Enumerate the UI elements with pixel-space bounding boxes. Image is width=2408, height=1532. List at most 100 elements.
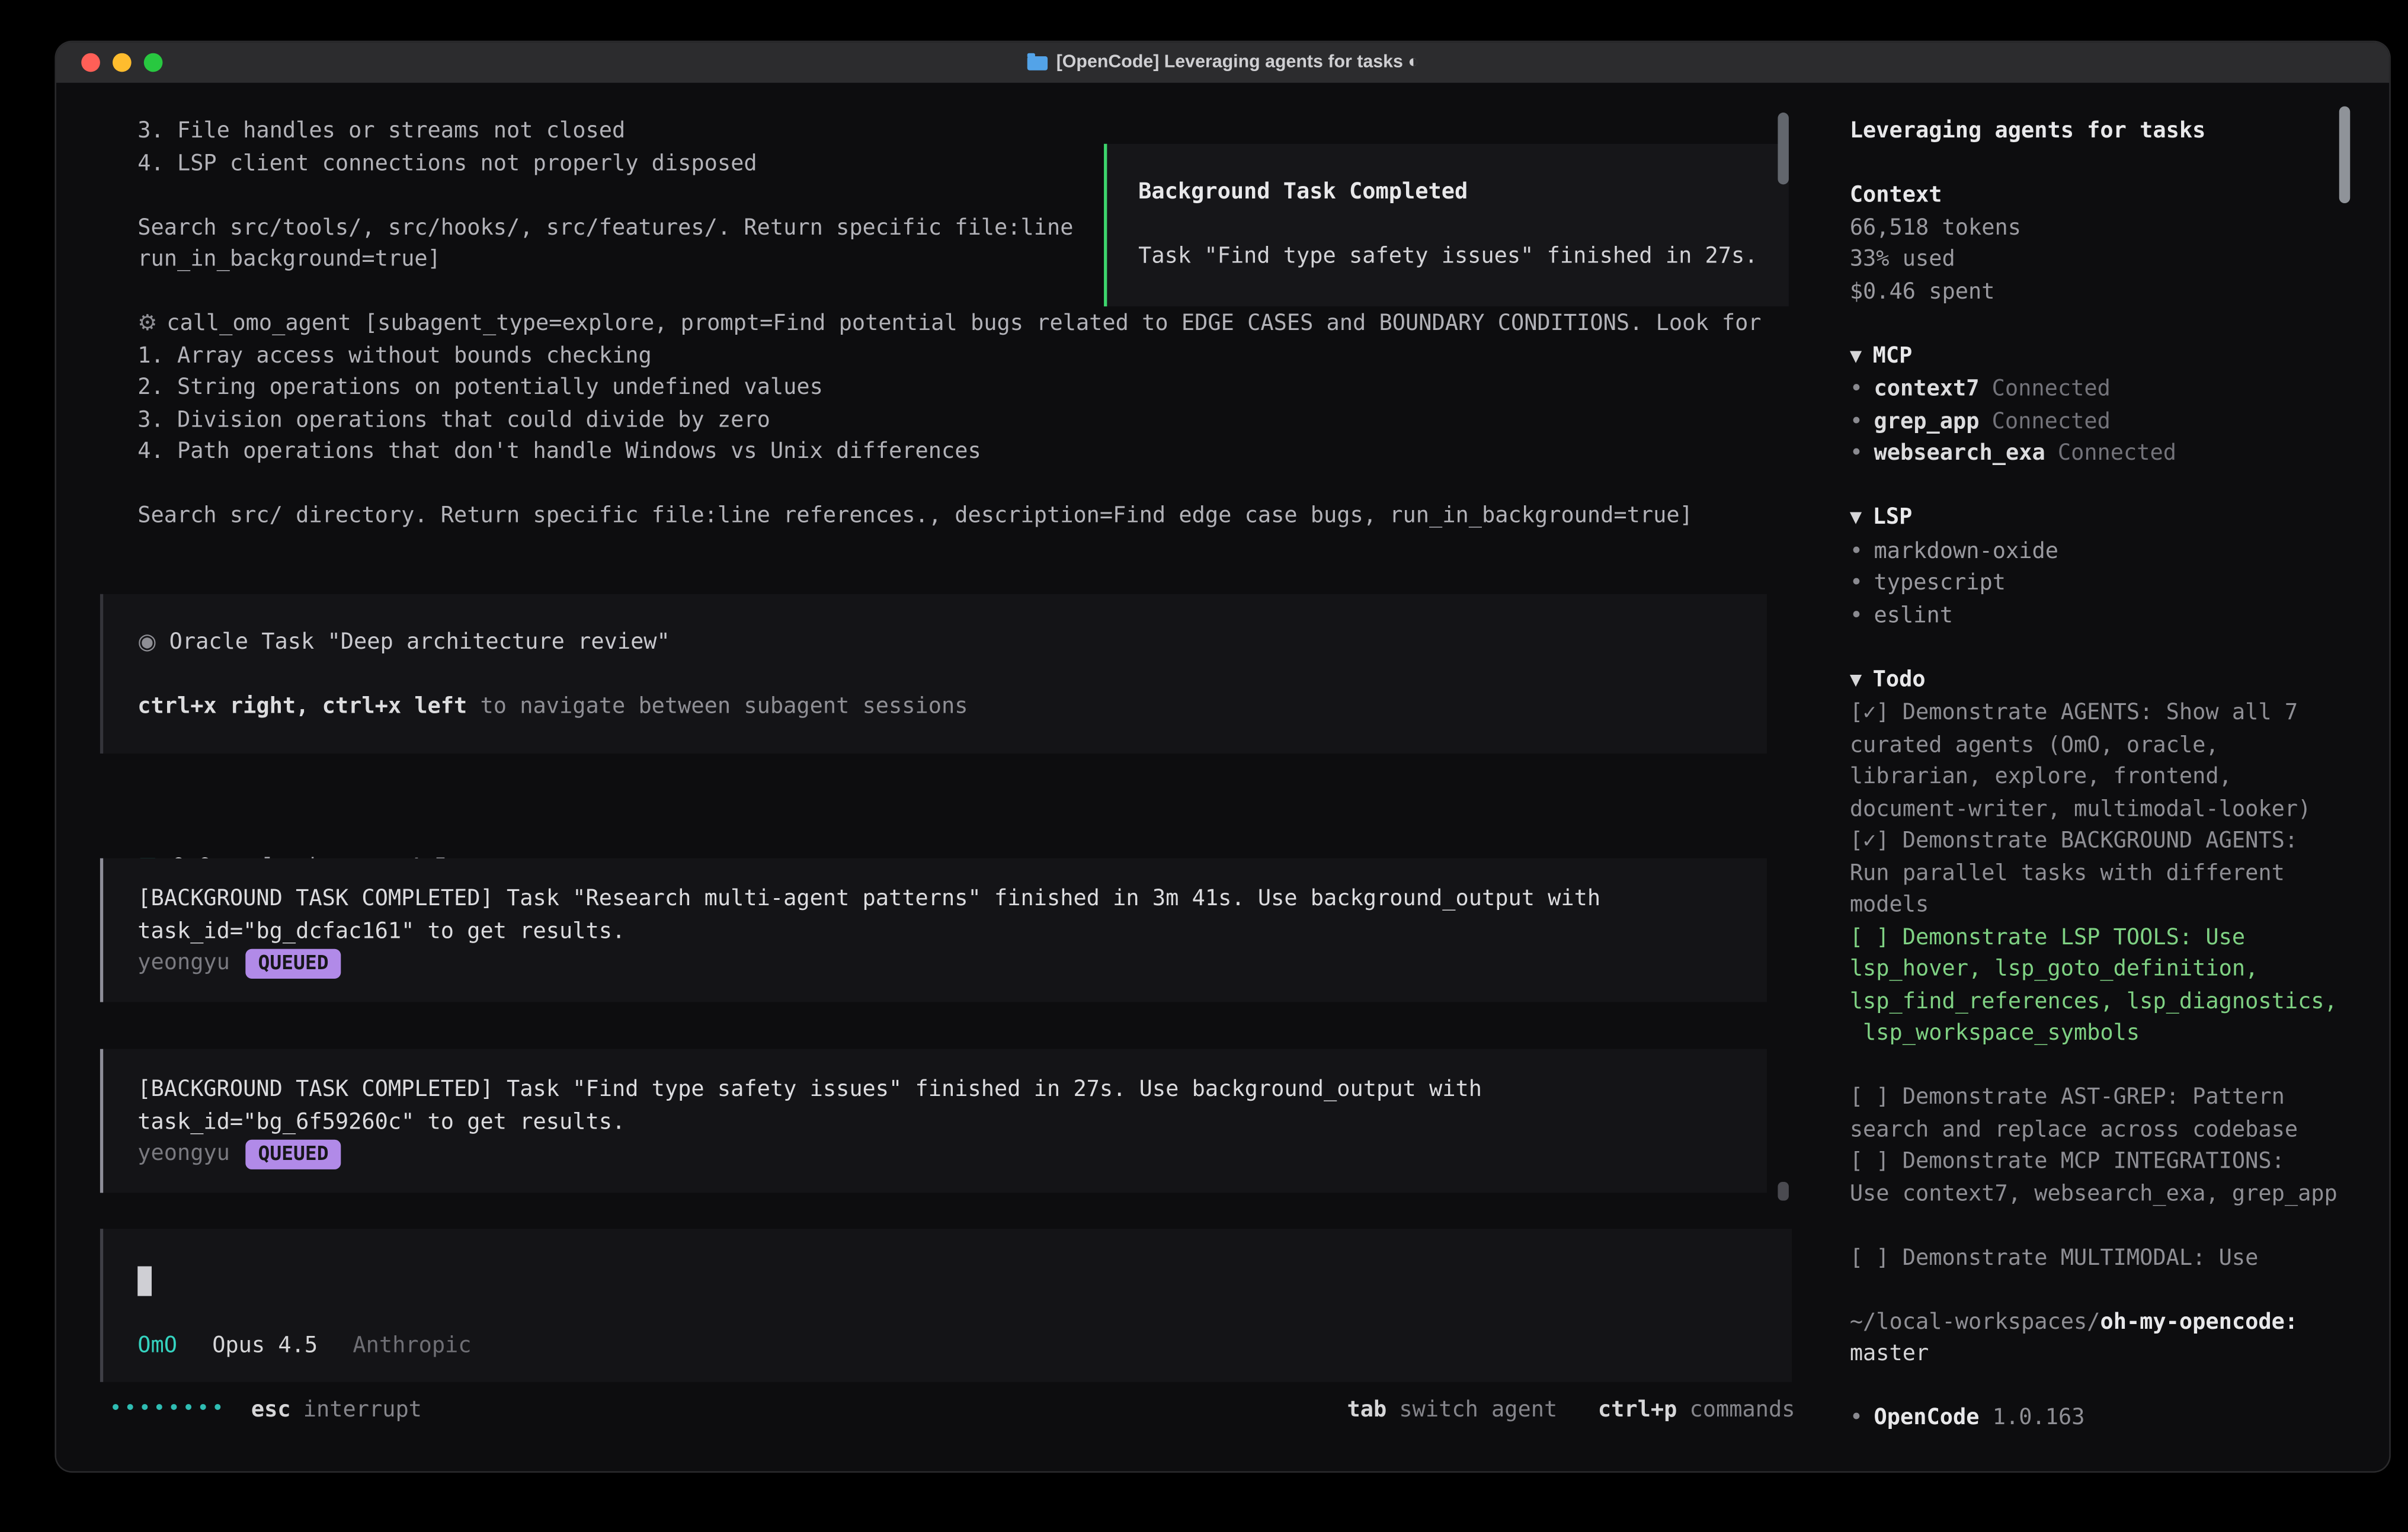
blank-line xyxy=(1850,308,2344,340)
message-background-task-1: [BACKGROUND TASK COMPLETED] Task "Resear… xyxy=(100,858,1767,1002)
mcp-item: •context7Connected xyxy=(1850,374,2344,406)
status-bar-right: tab switch agent ctrl+p commands xyxy=(1347,1395,1795,1427)
workspace-branch: master xyxy=(1850,1338,2344,1370)
chat-area: 3. File handles or streams not closed 4.… xyxy=(56,83,1825,1471)
bullet-icon: • xyxy=(1850,1405,1863,1430)
blank-line xyxy=(137,468,1795,500)
blank-line xyxy=(1850,632,2344,664)
chevron-down-icon: ▼ xyxy=(1850,671,1862,688)
message-meta: yeongyu QUEUED xyxy=(137,1138,1767,1170)
todo-line: curated agents (OmO, oracle, xyxy=(1850,729,2344,761)
bullet-icon: • xyxy=(1850,539,1863,563)
tool-call-text: call_omo_agent [subagent_type=explore, p… xyxy=(166,311,1761,336)
mcp-item: •websearch_exaConnected xyxy=(1850,438,2344,470)
bullet-icon: • xyxy=(1850,602,1863,627)
blank-line xyxy=(1850,1274,2344,1306)
sidebar-content: Leveraging agents for tasks Context 66,5… xyxy=(1850,116,2344,1434)
fisheye-icon: ◉ xyxy=(137,630,156,655)
todo-line: document-writer, multimodal-looker) xyxy=(1850,793,2344,825)
context-used: 33% used xyxy=(1850,244,2344,276)
mcp-section-header: ▼MCP xyxy=(1850,340,2344,374)
todo-line: [✓] Demonstrate BACKGROUND AGENTS: xyxy=(1850,825,2344,857)
todo-line: [✓] Demonstrate AGENTS: Show all 7 xyxy=(1850,697,2344,729)
todo-line: models xyxy=(1850,890,2344,922)
tool-call-detail: 2. String operations on potentially unde… xyxy=(137,372,1795,404)
tool-call-detail: 1. Array access without bounds checking xyxy=(137,340,1795,372)
mcp-item: •grep_appConnected xyxy=(1850,406,2344,438)
window-title-text: [OpenCode] Leveraging agents for tasks ◐ xyxy=(1056,53,1419,72)
toast-background-task-completed: Background Task Completed Task "Find typ… xyxy=(1104,144,1789,306)
window-title: [OpenCode] Leveraging agents for tasks ◐ xyxy=(1027,53,1419,72)
sidebar-scrollbar-thumb[interactable] xyxy=(2339,106,2350,203)
model-info-row: OmO Opus 4.5 Anthropic xyxy=(137,1331,1792,1363)
ctrlp-key-hint: ctrl+p xyxy=(1598,1395,1677,1427)
message-line: [BACKGROUND TASK COMPLETED] Task "Resear… xyxy=(137,883,1767,915)
lsp-item: •markdown-oxide xyxy=(1850,536,2344,568)
esc-key-label: interrupt xyxy=(303,1395,422,1427)
workspace-path: ~/local-workspaces/oh-my-opencode: xyxy=(1850,1306,2344,1338)
blank-line xyxy=(1850,1210,2344,1242)
lsp-section-header: ▼LSP xyxy=(1850,502,2344,536)
toast-spacer xyxy=(1138,209,1760,241)
todo-line: Run parallel tasks with different xyxy=(1850,857,2344,889)
hint-text: to navigate between subagent sessions xyxy=(467,694,968,719)
message-author: yeongyu xyxy=(137,947,230,979)
context-header: Context xyxy=(1850,180,2344,211)
toast-body: Task "Find type safety issues" finished … xyxy=(1138,241,1760,273)
tool-call-detail: 4. Path operations that don't handle Win… xyxy=(137,436,1795,468)
tool-call-line: ⚙call_omo_agent [subagent_type=explore, … xyxy=(137,308,1795,340)
message-background-task-2: [BACKGROUND TASK COMPLETED] Task "Find t… xyxy=(100,1049,1767,1193)
chevron-down-icon: ▼ xyxy=(1850,348,1862,365)
tab-key-hint: tab xyxy=(1347,1395,1386,1427)
input-model-provider: Anthropic xyxy=(353,1334,471,1358)
toast-title: Background Task Completed xyxy=(1138,177,1760,209)
blank-line xyxy=(1850,1050,2344,1082)
zoom-window-button[interactable] xyxy=(144,53,163,72)
traffic-lights xyxy=(81,42,162,83)
oracle-task-title-line: ◉ Oracle Task "Deep architecture review" xyxy=(137,627,1767,659)
main-scrollbar-mark xyxy=(1778,1182,1788,1201)
bullet-icon: • xyxy=(1850,571,1863,595)
close-window-button[interactable] xyxy=(81,53,100,72)
queued-badge: QUEUED xyxy=(245,1139,341,1169)
terminal-window: [OpenCode] Leveraging agents for tasks ◐… xyxy=(56,42,2389,1471)
message-line: [BACKGROUND TASK COMPLETED] Task "Find t… xyxy=(137,1074,1767,1106)
todo-line: search and replace across codebase xyxy=(1850,1114,2344,1146)
titlebar[interactable]: [OpenCode] Leveraging agents for tasks ◐ xyxy=(56,42,2389,84)
tool-call-detail: 3. Division operations that could divide… xyxy=(137,404,1795,436)
message-line: task_id="bg_dcfac161" to get results. xyxy=(137,915,1767,947)
terminal-content: 3. File handles or streams not closed 4.… xyxy=(56,83,2389,1471)
message-author: yeongyu xyxy=(137,1138,230,1170)
blank-line xyxy=(1850,1370,2344,1402)
tool-call-detail: Search src/ directory. Return specific f… xyxy=(137,500,1795,532)
todo-line: Use context7, websearch_exa, grep_app xyxy=(1850,1178,2344,1210)
oracle-task-title: Oracle Task "Deep architecture review" xyxy=(169,630,670,655)
esc-key-hint: esc xyxy=(251,1395,291,1427)
todo-line-active: lsp_hover, lsp_goto_definition, xyxy=(1850,954,2344,986)
ctrlp-key-label: commands xyxy=(1689,1395,1795,1427)
bullet-icon: • xyxy=(1850,441,1863,466)
todo-line: librarian, explore, frontend, xyxy=(1850,761,2344,793)
context-spent: $0.46 spent xyxy=(1850,276,2344,308)
session-sidebar: Leveraging agents for tasks Context 66,5… xyxy=(1825,83,2390,1471)
bullet-icon: • xyxy=(1850,377,1863,402)
tab-key-label: switch agent xyxy=(1399,1395,1557,1427)
todo-line-active: lsp_workspace_symbols xyxy=(1850,1018,2344,1050)
main-scrollbar-thumb[interactable] xyxy=(1778,113,1788,184)
status-bar-left: •••••••• esc interrupt xyxy=(110,1395,422,1427)
chevron-down-icon: ▼ xyxy=(1850,509,1862,527)
input-model-name: Opus 4.5 xyxy=(212,1334,318,1358)
oracle-task-panel: ◉Oracle Task "Deep architecture review" … xyxy=(100,594,1767,754)
todo-section-header: ▼Todo xyxy=(1850,664,2344,697)
queued-badge: QUEUED xyxy=(245,948,341,978)
todo-line: [ ] Demonstrate MCP INTEGRATIONS: xyxy=(1850,1146,2344,1178)
minimize-window-button[interactable] xyxy=(113,53,132,72)
status-bar: •••••••• esc interrupt tab switch agent … xyxy=(110,1395,1795,1427)
input-agent-name: OmO xyxy=(137,1334,177,1358)
session-title: Leveraging agents for tasks xyxy=(1850,116,2344,148)
hint-keys: ctrl+x right, ctrl+x left xyxy=(137,694,467,719)
screen: [OpenCode] Leveraging agents for tasks ◐… xyxy=(0,0,2408,1532)
text-cursor xyxy=(137,1267,152,1296)
prompt-input[interactable]: OmO Opus 4.5 Anthropic xyxy=(100,1229,1792,1382)
lsp-item: •typescript xyxy=(1850,568,2344,600)
